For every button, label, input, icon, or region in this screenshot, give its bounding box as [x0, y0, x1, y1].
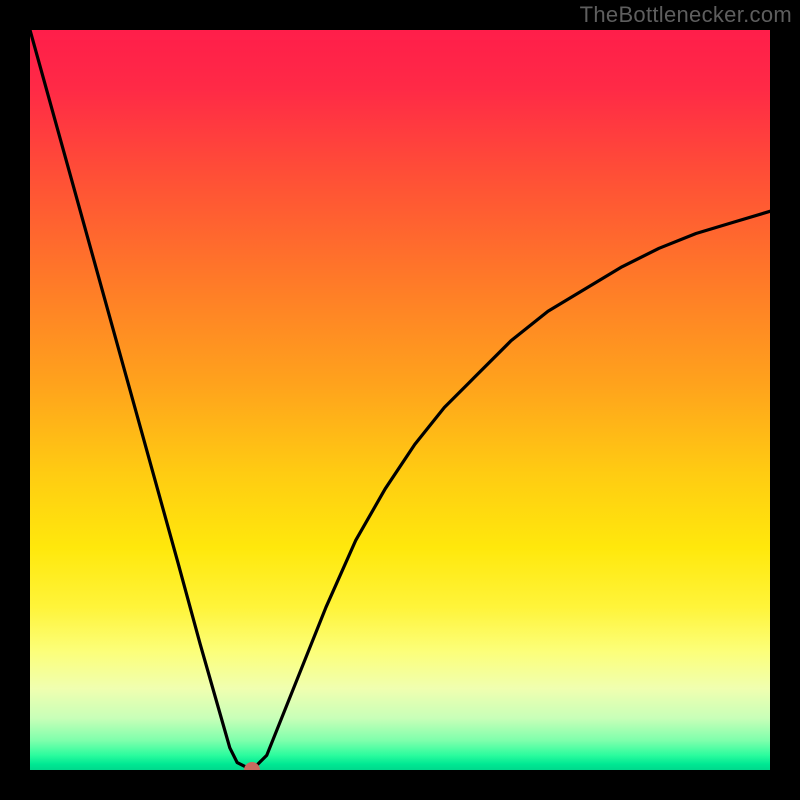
bottleneck-curve — [30, 30, 770, 770]
watermark-label: TheBottlenecker.com — [580, 2, 792, 28]
plot-area — [30, 30, 770, 770]
chart-frame: TheBottlenecker.com — [0, 0, 800, 800]
